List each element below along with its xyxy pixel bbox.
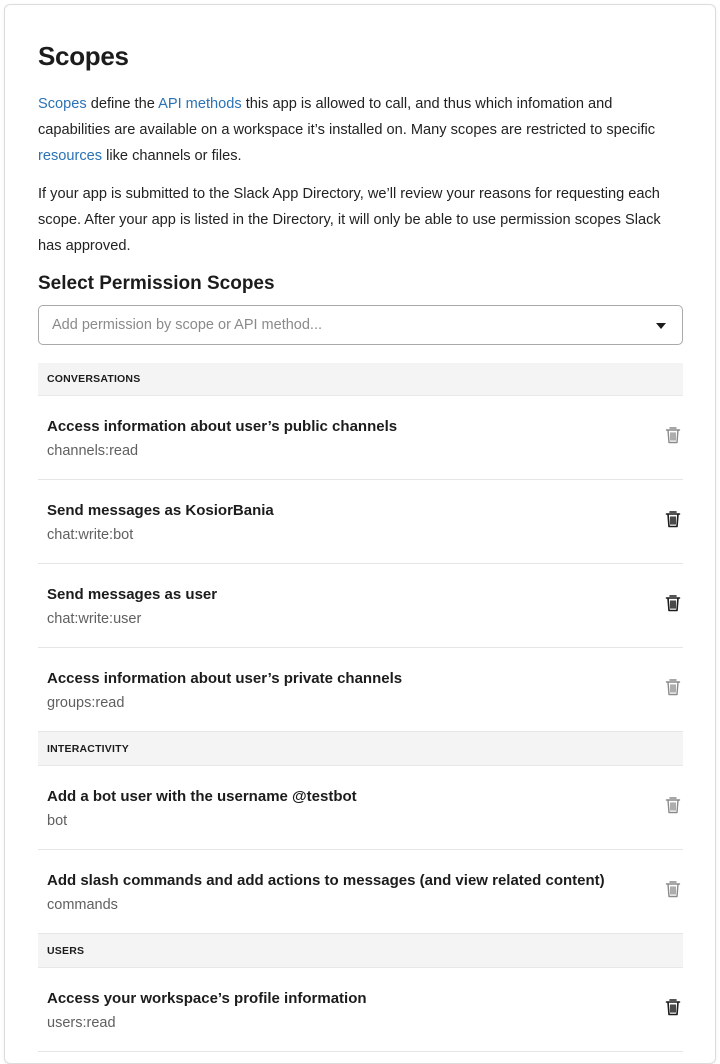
page-title: Scopes bbox=[38, 41, 129, 71]
section-header-interactivity: INTERACTIVITY bbox=[38, 732, 683, 766]
scope-name: chat:write:user bbox=[47, 611, 142, 627]
intro-text-1: define the bbox=[86, 96, 159, 112]
scope-row-bot: Add a bot user with the username @testbo… bbox=[38, 766, 683, 850]
scope-name: channels:read bbox=[47, 443, 139, 459]
trash-icon[interactable] bbox=[665, 796, 681, 814]
resources-link[interactable]: resources bbox=[38, 148, 102, 164]
scope-label: Add slash commands and add actions to me… bbox=[47, 872, 605, 889]
scope-label: Send messages as KosiorBania bbox=[47, 502, 274, 519]
scope-row-channels-read: Access information about user’s public c… bbox=[38, 396, 683, 480]
trash-icon[interactable] bbox=[665, 510, 681, 528]
scope-row-chat-write-bot: Send messages as KosiorBania chat:write:… bbox=[38, 480, 683, 564]
permission-scopes-title: Select Permission Scopes bbox=[38, 273, 275, 294]
trash-icon[interactable] bbox=[665, 998, 681, 1016]
scope-label: Add a bot user with the username @testbo… bbox=[47, 788, 357, 805]
trash-icon[interactable] bbox=[665, 880, 681, 898]
caret-down-icon bbox=[656, 323, 666, 329]
trash-icon[interactable] bbox=[665, 426, 681, 444]
scope-name: chat:write:bot bbox=[47, 527, 134, 543]
review-note: If your app is submitted to the Slack Ap… bbox=[38, 186, 661, 254]
scopes-link[interactable]: Scopes bbox=[38, 96, 87, 112]
scope-label: Send messages as user bbox=[47, 586, 218, 603]
permission-scope-placeholder: Add permission by scope or API method... bbox=[52, 317, 322, 333]
scope-name: bot bbox=[47, 813, 68, 829]
scope-label: Access information about user’s private … bbox=[47, 670, 403, 687]
intro-text-3: like channels or files. bbox=[102, 148, 242, 164]
scope-name: users:read bbox=[47, 1015, 116, 1031]
scopes-intro: Scopes define the API methods this app i… bbox=[38, 91, 686, 169]
scope-label: Access your workspace’s profile informat… bbox=[47, 990, 367, 1007]
scope-label: Access information about user’s public c… bbox=[47, 418, 398, 435]
section-header-users: USERS bbox=[38, 934, 683, 968]
scopes-card: Scopes Scopes define the API methods thi… bbox=[4, 4, 716, 1064]
scope-row-chat-write-user: Send messages as user chat:write:user bbox=[38, 564, 683, 648]
section-header-conversations: CONVERSATIONS bbox=[38, 363, 683, 396]
scope-name: commands bbox=[47, 897, 118, 913]
permission-scope-select[interactable]: Add permission by scope or API method... bbox=[38, 305, 683, 345]
scope-row-users-read: Access your workspace’s profile informat… bbox=[38, 968, 683, 1052]
api-methods-link[interactable]: API methods bbox=[158, 96, 242, 112]
scope-row-groups-read: Access information about user’s private … bbox=[38, 648, 683, 732]
trash-icon[interactable] bbox=[665, 594, 681, 612]
scope-name: groups:read bbox=[47, 695, 125, 711]
scope-row-commands: Add slash commands and add actions to me… bbox=[38, 850, 683, 934]
trash-icon[interactable] bbox=[665, 678, 681, 696]
